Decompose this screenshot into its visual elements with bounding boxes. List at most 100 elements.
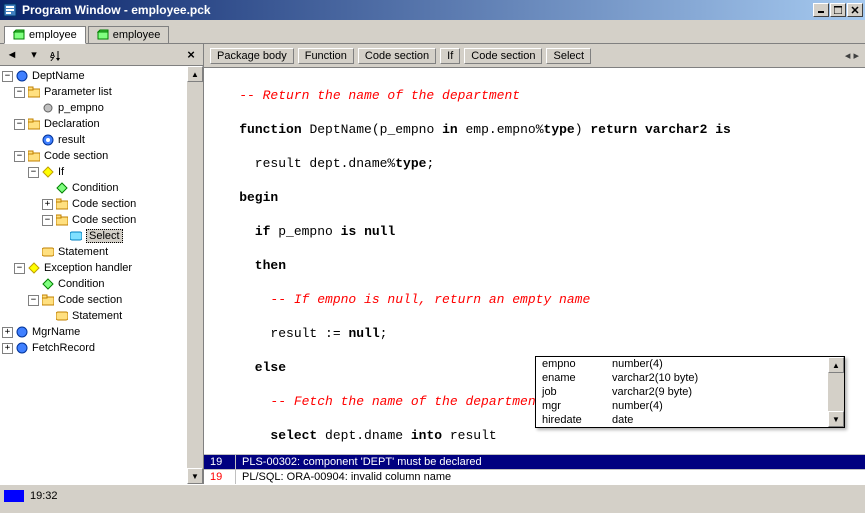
scroll-up-icon[interactable]: ▲	[187, 66, 203, 82]
breadcrumb-function[interactable]: Function	[298, 48, 354, 64]
sidebar-toolbar: ◄ ▾ AZ ×	[0, 44, 203, 66]
param-icon	[41, 101, 55, 115]
maximize-button[interactable]	[830, 3, 846, 17]
function-icon	[15, 325, 29, 339]
tab-bar: employee employee	[0, 20, 865, 44]
statement-icon	[55, 309, 69, 323]
folder-icon	[41, 293, 55, 307]
breadcrumb-code-section-2[interactable]: Code section	[464, 48, 542, 64]
autocomplete-item[interactable]: jobvarchar2(9 byte)	[536, 385, 828, 399]
expand-icon[interactable]: +	[2, 327, 13, 338]
tree-node-if[interactable]: −If	[0, 164, 203, 180]
tree-node-fetchrecord[interactable]: +FetchRecord	[0, 340, 203, 356]
tree-node-deptname[interactable]: −DeptName	[0, 68, 203, 84]
error-message: PL/SQL: ORA-00904: invalid column name	[236, 470, 865, 484]
tree-node-statement[interactable]: Statement	[0, 244, 203, 260]
collapse-icon[interactable]: −	[14, 151, 25, 162]
breadcrumb-nav[interactable]: ◂ ▸	[845, 49, 859, 62]
tree-node-condition2[interactable]: Condition	[0, 276, 203, 292]
tree-node-condition[interactable]: Condition	[0, 180, 203, 196]
autocomplete-scrollbar[interactable]: ▲ ▼	[828, 357, 844, 427]
breadcrumb-bar: Package body Function Code section If Co…	[204, 44, 865, 68]
collapse-icon[interactable]: −	[2, 71, 13, 82]
exception-icon	[27, 261, 41, 275]
error-row[interactable]: 19 PL/SQL: ORA-00904: invalid column nam…	[204, 469, 865, 484]
code-editor[interactable]: -- Return the name of the department fun…	[204, 68, 865, 454]
folder-icon	[55, 197, 69, 211]
tree-node-p-empno[interactable]: p_empno	[0, 100, 203, 116]
minimize-button[interactable]	[813, 3, 829, 17]
statement-icon	[41, 245, 55, 259]
function-icon	[15, 341, 29, 355]
scroll-down-icon[interactable]: ▼	[187, 468, 203, 484]
tab-label: employee	[29, 29, 77, 41]
if-icon	[41, 165, 55, 179]
tree-node-declaration[interactable]: −Declaration	[0, 116, 203, 132]
autocomplete-item[interactable]: mgrnumber(4)	[536, 399, 828, 413]
folder-icon	[27, 117, 41, 131]
error-line-number: 19	[204, 455, 236, 469]
tree-node-codesection[interactable]: −Code section	[0, 148, 203, 164]
error-row[interactable]: 19 PLS-00302: component 'DEPT' must be d…	[204, 454, 865, 469]
sort-button[interactable]: AZ	[48, 47, 64, 63]
back-button[interactable]: ◄	[4, 47, 20, 63]
tree-node-codesection4[interactable]: −Code section	[0, 292, 203, 308]
folder-icon	[27, 149, 41, 163]
package-icon	[97, 29, 109, 41]
tree-node-select[interactable]: Select	[0, 228, 203, 244]
sidebar-close-button[interactable]: ×	[183, 47, 199, 63]
status-time: 19:32	[30, 490, 58, 502]
error-panel: 19 PLS-00302: component 'DEPT' must be d…	[204, 454, 865, 484]
tree-node-codesection2[interactable]: +Code section	[0, 196, 203, 212]
collapse-icon[interactable]: −	[28, 295, 39, 306]
close-button[interactable]	[847, 3, 863, 17]
tree-node-mgrname[interactable]: +MgrName	[0, 324, 203, 340]
collapse-icon[interactable]: −	[14, 263, 25, 274]
folder-icon	[55, 213, 69, 227]
scroll-up-icon[interactable]: ▲	[828, 357, 844, 373]
select-icon	[69, 229, 83, 243]
tree-scrollbar[interactable]: ▲ ▼	[187, 66, 203, 484]
condition-icon	[55, 181, 69, 195]
tab-employee-1[interactable]: employee	[4, 26, 86, 44]
package-icon	[13, 29, 25, 41]
collapse-icon[interactable]: −	[42, 215, 53, 226]
expand-icon[interactable]: +	[42, 199, 53, 210]
function-icon	[15, 69, 29, 83]
error-message: PLS-00302: component 'DEPT' must be decl…	[236, 455, 865, 469]
sidebar: ◄ ▾ AZ × −DeptName −Parameter list p_emp…	[0, 44, 204, 484]
tree-node-result[interactable]: result	[0, 132, 203, 148]
breadcrumb-if[interactable]: If	[440, 48, 460, 64]
autocomplete-item[interactable]: empnonumber(4)	[536, 357, 828, 371]
collapse-icon[interactable]: −	[28, 167, 39, 178]
autocomplete-item[interactable]: hiredatedate	[536, 413, 828, 427]
status-progress-indicator	[4, 490, 24, 502]
expand-icon[interactable]: +	[2, 343, 13, 354]
status-bar: 19:32	[0, 484, 865, 506]
content-area: Package body Function Code section If Co…	[204, 44, 865, 484]
svg-text:Z: Z	[50, 57, 55, 61]
autocomplete-item[interactable]: enamevarchar2(10 byte)	[536, 371, 828, 385]
breadcrumb-select[interactable]: Select	[546, 48, 591, 64]
autocomplete-popup[interactable]: empnonumber(4) enamevarchar2(10 byte) jo…	[535, 356, 845, 428]
collapse-icon[interactable]: −	[14, 119, 25, 130]
tree-node-exception[interactable]: −Exception handler	[0, 260, 203, 276]
breadcrumb-code-section[interactable]: Code section	[358, 48, 436, 64]
app-icon	[2, 2, 18, 18]
dropdown-button[interactable]: ▾	[26, 47, 42, 63]
folder-icon	[27, 85, 41, 99]
tree-node-codesection3[interactable]: −Code section	[0, 212, 203, 228]
tree-node-statement2[interactable]: Statement	[0, 308, 203, 324]
code-tree[interactable]: −DeptName −Parameter list p_empno −Decla…	[0, 66, 203, 484]
tab-employee-2[interactable]: employee	[88, 26, 170, 43]
tree-node-paramlist[interactable]: −Parameter list	[0, 84, 203, 100]
breadcrumb-package-body[interactable]: Package body	[210, 48, 294, 64]
tab-label: employee	[113, 29, 161, 41]
error-line-number: 19	[204, 470, 236, 484]
variable-icon	[41, 133, 55, 147]
window-title: Program Window - employee.pck	[22, 3, 813, 17]
scroll-down-icon[interactable]: ▼	[828, 411, 844, 427]
titlebar: Program Window - employee.pck	[0, 0, 865, 20]
condition-icon	[41, 277, 55, 291]
collapse-icon[interactable]: −	[14, 87, 25, 98]
